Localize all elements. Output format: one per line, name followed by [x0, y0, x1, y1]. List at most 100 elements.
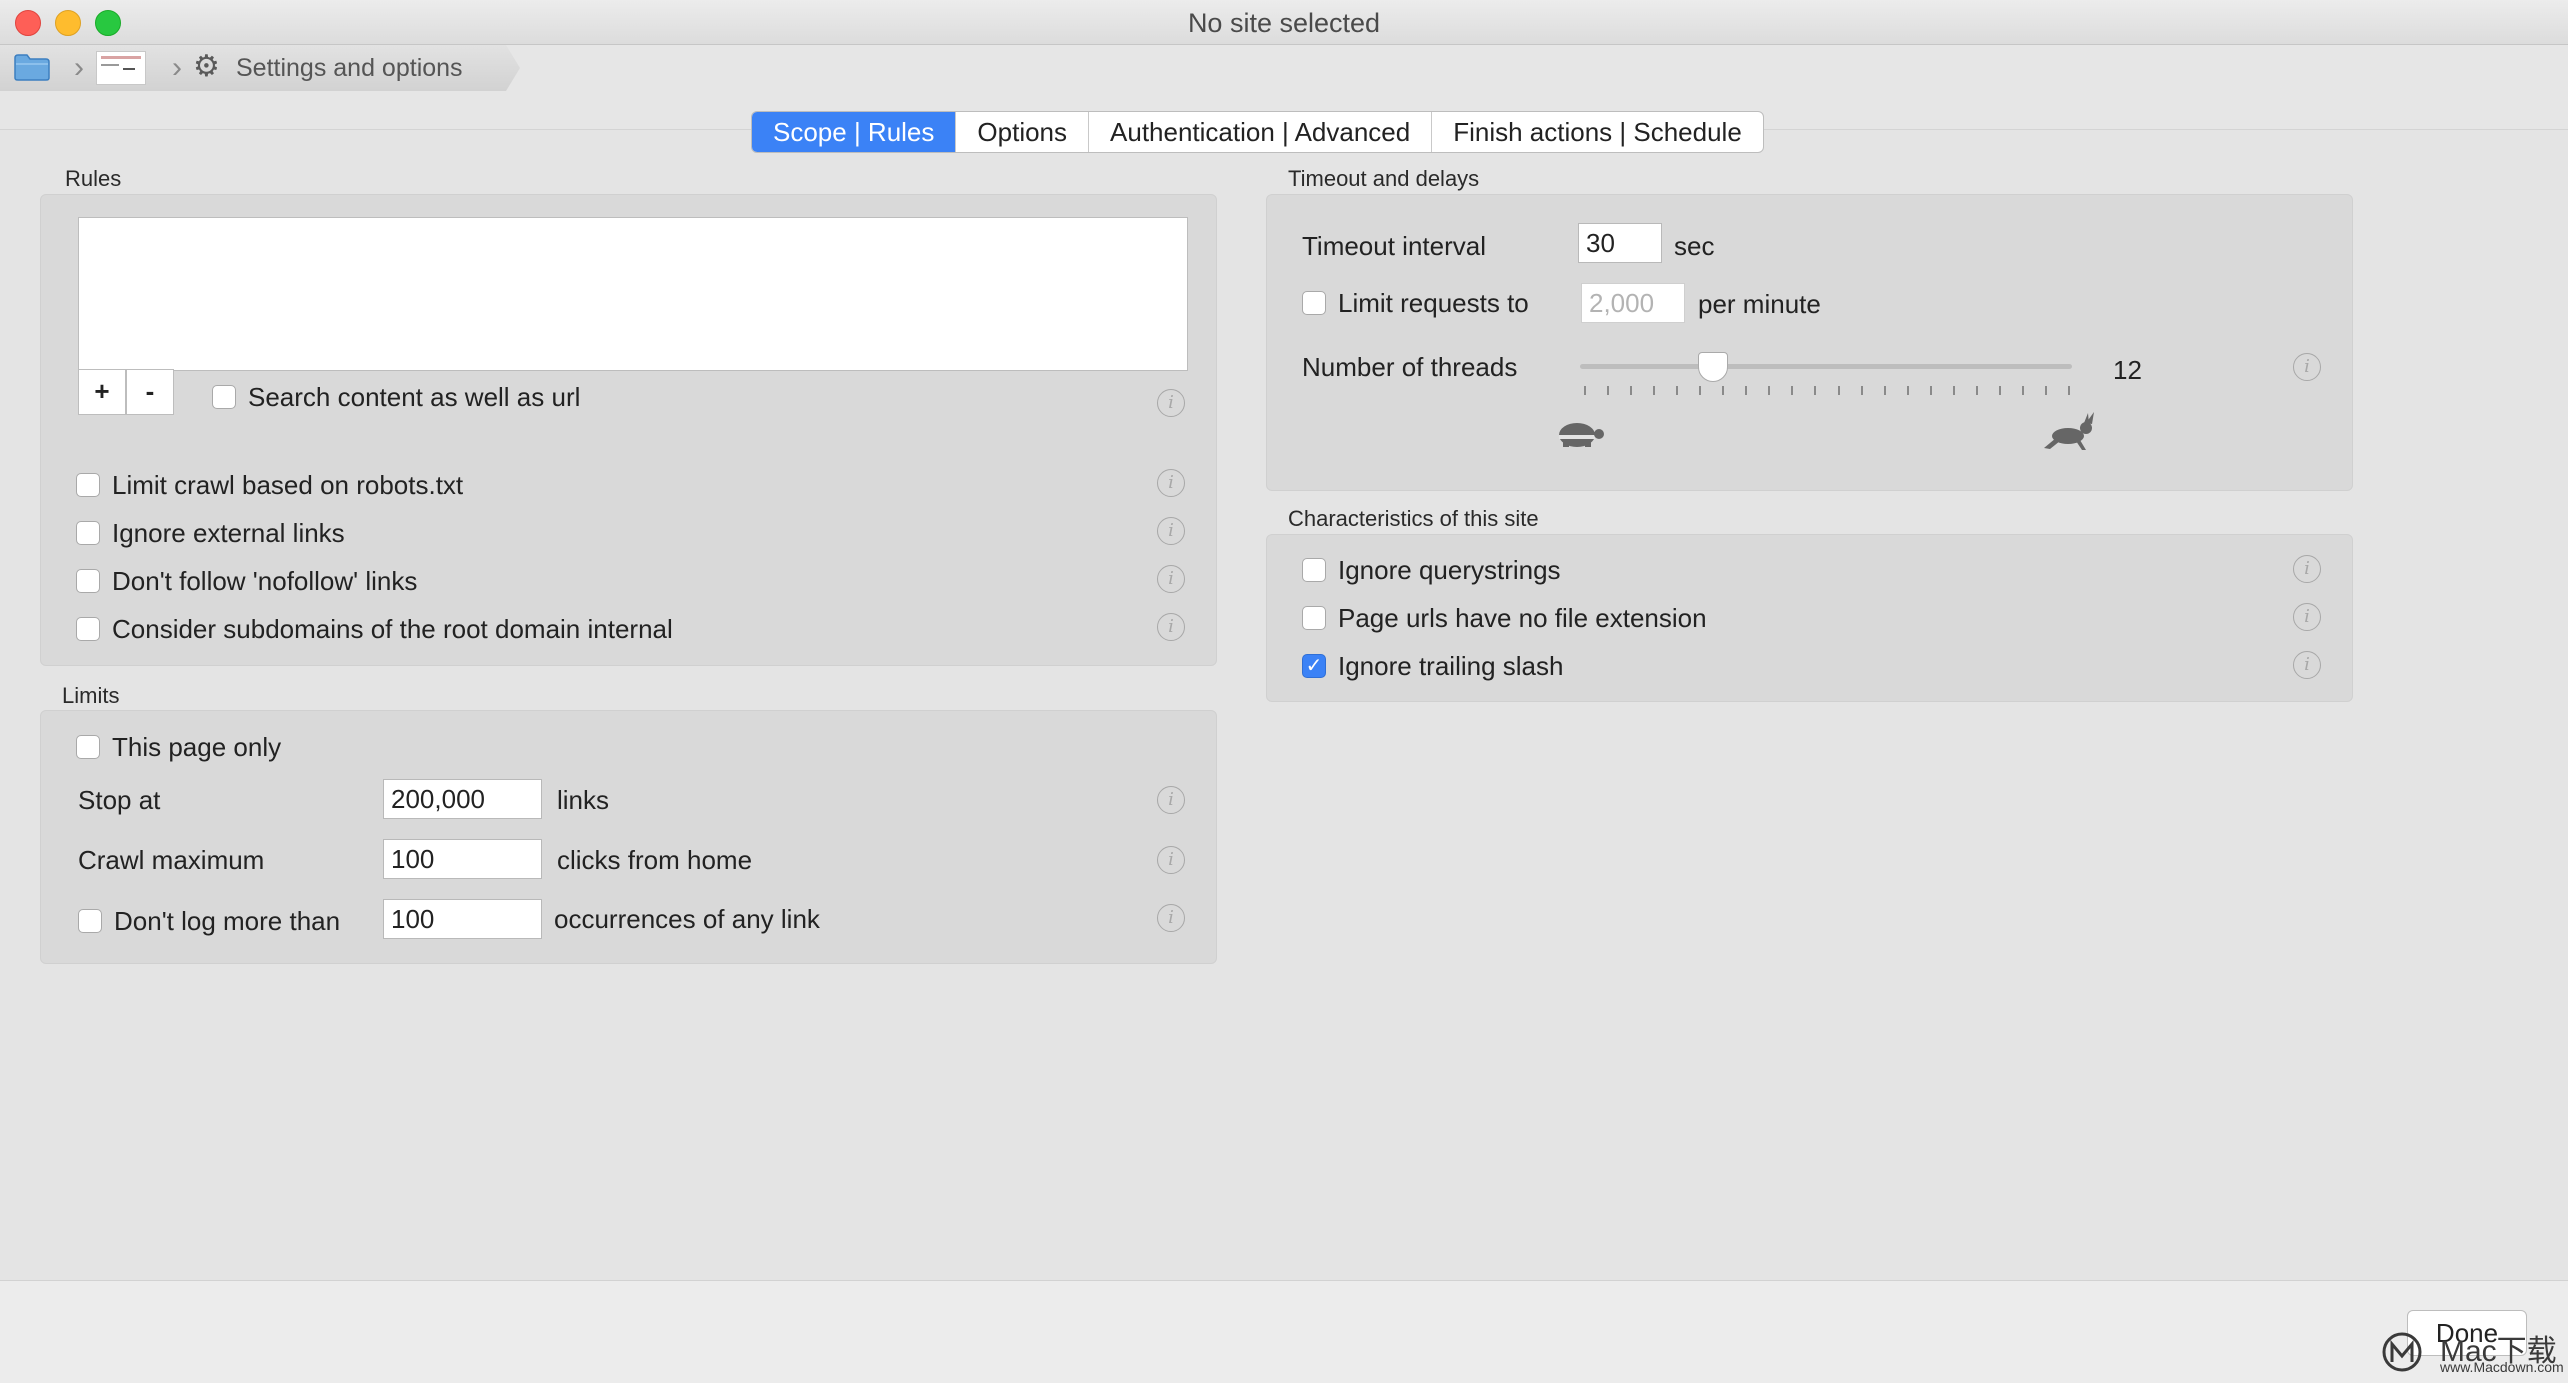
this-page-only-option[interactable]: This page only: [76, 730, 281, 764]
ignore-trailing-slash-checkbox[interactable]: ✓: [1302, 654, 1326, 678]
rabbit-icon: [2044, 412, 2094, 450]
window-title: No site selected: [1187, 8, 1381, 38]
slider-tick: [1699, 386, 1701, 395]
subdomains-option[interactable]: Consider subdomains of the root domain i…: [76, 612, 673, 646]
info-icon[interactable]: i: [2293, 603, 2321, 631]
crawl-maximum-input[interactable]: 100: [383, 839, 542, 879]
nofollow-option[interactable]: Don't follow 'nofollow' links: [76, 564, 417, 598]
breadcrumb: › › ⚙ Settings and options: [0, 45, 520, 91]
stop-at-input[interactable]: 200,000: [383, 779, 542, 819]
rules-list[interactable]: [78, 217, 1188, 371]
this-page-only-checkbox[interactable]: [76, 735, 100, 759]
slider-tick: [2022, 386, 2024, 395]
threads-value: 12: [2113, 355, 2142, 385]
limit-requests-unit: per minute: [1698, 289, 1821, 319]
slider-tick: [1607, 386, 1609, 395]
tab-options[interactable]: Options: [955, 112, 1088, 152]
crawl-maximum-unit: clicks from home: [557, 845, 753, 875]
threads-label: Number of threads: [1302, 352, 1518, 382]
slider-tick: [2068, 386, 2070, 395]
ignore-querystrings-option[interactable]: Ignore querystrings: [1302, 553, 1561, 587]
ignore-trailing-slash-label: Ignore trailing slash: [1338, 650, 1564, 681]
dont-log-label: Don't log more than: [114, 905, 341, 936]
title-bar: No site selected: [0, 0, 2568, 45]
tab-scope-rules[interactable]: Scope | Rules: [752, 112, 956, 152]
breadcrumb-settings-label[interactable]: Settings and options: [236, 54, 463, 83]
site-thumbnail[interactable]: [96, 51, 146, 85]
tab-finish-actions-schedule[interactable]: Finish actions | Schedule: [1431, 112, 1763, 152]
tab-authentication-advanced[interactable]: Authentication | Advanced: [1088, 112, 1431, 152]
slider-tick: [1838, 386, 1840, 395]
add-rule-button[interactable]: +: [78, 369, 126, 415]
app-window: No site selected › › ⚙ Settings and opti…: [0, 0, 2568, 1383]
robots-option[interactable]: Limit crawl based on robots.txt: [76, 468, 463, 502]
info-icon[interactable]: i: [1157, 389, 1185, 417]
info-icon[interactable]: i: [1157, 469, 1185, 497]
slider-tick: [1745, 386, 1747, 395]
info-icon[interactable]: i: [2293, 353, 2321, 381]
info-icon[interactable]: i: [1157, 565, 1185, 593]
stop-at-unit: links: [557, 785, 610, 815]
nofollow-checkbox[interactable]: [76, 569, 100, 593]
limit-requests-checkbox[interactable]: [1302, 291, 1326, 315]
ignore-querystrings-checkbox[interactable]: [1302, 558, 1326, 582]
search-content-option[interactable]: Search content as well as url: [212, 380, 580, 414]
dont-log-option[interactable]: Don't log more than: [78, 904, 340, 938]
ignore-external-label: Ignore external links: [112, 517, 345, 548]
ignore-external-option[interactable]: Ignore external links: [76, 516, 345, 550]
thumbnail-icon: [101, 56, 141, 70]
slider-tick: [1676, 386, 1678, 395]
info-icon[interactable]: i: [1157, 846, 1185, 874]
limits-section-title: Limits: [62, 683, 120, 708]
characteristics-section-title: Characteristics of this site: [1288, 506, 1539, 531]
this-page-only-label: This page only: [112, 731, 282, 762]
info-icon[interactable]: i: [1157, 786, 1185, 814]
turtle-icon: [1559, 423, 1604, 447]
slider-tick: [1653, 386, 1655, 395]
slider-tick: [1584, 386, 1586, 395]
watermark-logo-icon: [2382, 1332, 2422, 1372]
nofollow-label: Don't follow 'nofollow' links: [112, 565, 418, 596]
gear-icon: ⚙: [193, 50, 220, 83]
watermark-url: www.Macdown.com: [2440, 1359, 2564, 1375]
timeout-section-title: Timeout and delays: [1288, 166, 1480, 191]
dont-log-unit: occurrences of any link: [554, 904, 820, 934]
limit-requests-input[interactable]: 2,000: [1581, 283, 1685, 323]
timeout-interval-input[interactable]: 30: [1578, 223, 1662, 263]
ignore-external-checkbox[interactable]: [76, 521, 100, 545]
rules-section-title: Rules: [65, 166, 122, 191]
info-icon[interactable]: i: [2293, 555, 2321, 583]
subdomains-checkbox[interactable]: [76, 617, 100, 641]
no-file-extension-checkbox[interactable]: [1302, 606, 1326, 630]
slider-tick: [1884, 386, 1886, 395]
info-icon[interactable]: i: [2293, 651, 2321, 679]
remove-rule-button[interactable]: -: [126, 369, 174, 415]
folder-icon[interactable]: [14, 53, 50, 81]
ignore-trailing-slash-option[interactable]: ✓ Ignore trailing slash: [1302, 649, 1563, 683]
tab-bar: Scope | Rules Options Authentication | A…: [751, 111, 1764, 153]
timeout-interval-unit: sec: [1674, 231, 1715, 261]
ignore-querystrings-label: Ignore querystrings: [1338, 554, 1561, 585]
info-icon[interactable]: i: [1157, 517, 1185, 545]
slider-tick: [1768, 386, 1770, 395]
search-content-checkbox[interactable]: [212, 385, 236, 409]
slider-tick: [1930, 386, 1932, 395]
no-file-extension-option[interactable]: Page urls have no file extension: [1302, 601, 1707, 635]
info-icon[interactable]: i: [1157, 613, 1185, 641]
dont-log-input[interactable]: 100: [383, 899, 542, 939]
threads-slider[interactable]: [1580, 364, 2072, 369]
robots-checkbox[interactable]: [76, 473, 100, 497]
subdomains-label: Consider subdomains of the root domain i…: [112, 613, 673, 644]
timeout-interval-label: Timeout interval: [1302, 231, 1486, 261]
breadcrumb-separator-icon: ›: [74, 51, 84, 84]
slider-tick: [1953, 386, 1955, 395]
limit-requests-label: Limit requests to: [1338, 287, 1529, 318]
slider-tick: [1999, 386, 2001, 395]
info-icon[interactable]: i: [1157, 904, 1185, 932]
dont-log-checkbox[interactable]: [78, 909, 102, 933]
threads-slider-handle[interactable]: [1698, 352, 1728, 382]
limit-requests-option[interactable]: Limit requests to: [1302, 286, 1529, 320]
slider-tick: [2045, 386, 2047, 395]
slider-tick: [1814, 386, 1816, 395]
robots-label: Limit crawl based on robots.txt: [112, 469, 464, 500]
